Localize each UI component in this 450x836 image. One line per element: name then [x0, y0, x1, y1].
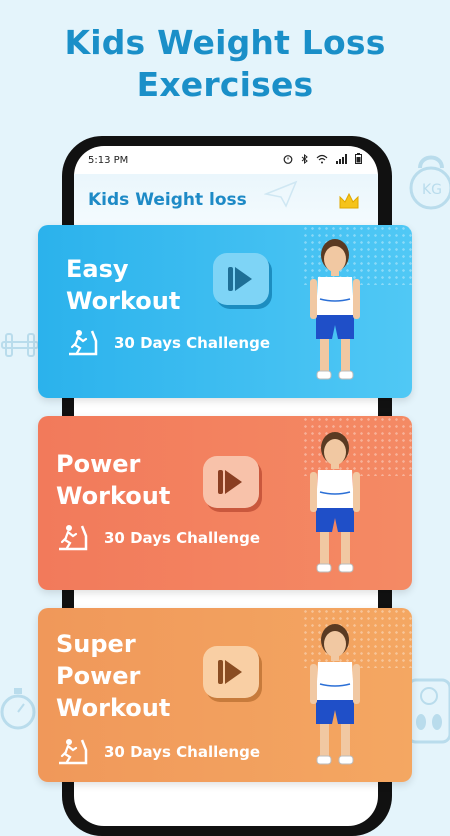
kid-avatar	[310, 239, 360, 380]
svg-text:KG: KG	[422, 182, 442, 198]
app-title: Kids Weight loss	[88, 190, 247, 210]
kettlebell-icon: KG	[409, 155, 450, 210]
super-power-workout-title: Super Power Workout	[56, 630, 171, 722]
super-power-workout-play-button[interactable]	[203, 646, 259, 698]
kid-avatar	[310, 624, 360, 765]
power-workout-play-button[interactable]	[203, 456, 259, 508]
wifi-icon	[316, 154, 328, 163]
power-workout-title: Power Workout	[56, 450, 171, 510]
play-icon	[235, 267, 252, 291]
kid-avatar	[310, 432, 360, 573]
treadmill-icon	[59, 739, 88, 765]
paper-plane-icon	[264, 180, 298, 208]
promo-headline: Kids Weight Loss Exercises	[0, 22, 450, 106]
easy-workout-card[interactable]: Easy Workout 30 Days Challenge	[38, 225, 412, 398]
power-challenge: 30 Days Challenge	[56, 524, 260, 552]
power-workout-card[interactable]: Power Workout 30 Days Challenge	[38, 416, 412, 590]
super-power-workout-card[interactable]: Super Power Workout 30 Days Challenge	[38, 608, 412, 782]
signal-icon	[336, 153, 347, 164]
app-bar: Kids Weight loss	[74, 174, 378, 226]
treadmill-icon	[59, 525, 88, 551]
stopwatch-icon	[0, 688, 36, 730]
status-time: 5:13 PM	[88, 155, 129, 166]
headline-line-2: Exercises	[136, 65, 314, 104]
easy-workout-play-button[interactable]	[213, 253, 269, 305]
dumbbell-icon	[1, 333, 39, 357]
headline-line-1: Kids Weight Loss	[64, 23, 386, 62]
battery-icon	[355, 153, 362, 164]
play-icon	[225, 660, 242, 684]
easy-challenge: 30 Days Challenge	[66, 329, 270, 357]
treadmill-icon	[69, 330, 98, 356]
easy-workout-title: Easy Workout	[66, 255, 181, 315]
status-bar: 5:13 PM	[74, 146, 378, 174]
play-icon	[225, 470, 242, 494]
crown-icon[interactable]	[338, 192, 360, 210]
bluetooth-icon	[301, 153, 308, 164]
super-challenge: 30 Days Challenge	[56, 738, 260, 766]
alarm-icon	[283, 154, 293, 164]
